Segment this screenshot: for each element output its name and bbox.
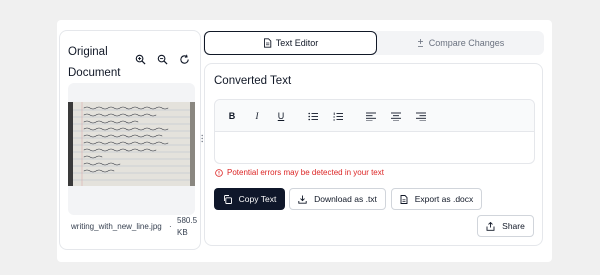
file-size: 580.5 KB bbox=[177, 216, 198, 237]
converted-text-title: Converted Text bbox=[214, 75, 292, 87]
file-meta-separator: · bbox=[169, 222, 172, 231]
text-editor: B I U bbox=[214, 99, 535, 164]
zoom-out-icon[interactable] bbox=[154, 51, 170, 67]
original-document-title: Original Document bbox=[68, 46, 121, 79]
share-button[interactable]: Share bbox=[477, 215, 534, 237]
tab-text-editor-label: Text Editor bbox=[275, 38, 319, 48]
align-center-icon[interactable] bbox=[390, 110, 402, 122]
converted-text-panel: Converted Text B I U Potential errors ma… bbox=[204, 63, 543, 246]
editor-text-area[interactable] bbox=[215, 132, 534, 163]
warning-icon bbox=[215, 168, 223, 177]
original-document-panel: Original Document writing_with_new_line.… bbox=[59, 30, 201, 250]
export-docx-label: Export as .docx bbox=[414, 194, 474, 204]
warning-message: Potential errors may be detected in your… bbox=[215, 168, 384, 177]
align-left-icon[interactable] bbox=[365, 110, 377, 122]
underline-icon[interactable]: U bbox=[275, 110, 287, 122]
tab-compare-changes[interactable]: Compare Changes bbox=[376, 31, 544, 55]
download-icon bbox=[298, 195, 307, 204]
rotate-icon[interactable] bbox=[176, 51, 192, 67]
share-label: Share bbox=[502, 221, 525, 231]
file-icon bbox=[400, 194, 408, 204]
align-right-icon[interactable] bbox=[415, 110, 427, 122]
zoom-in-icon[interactable] bbox=[132, 51, 148, 67]
share-icon bbox=[486, 221, 495, 231]
document-icon bbox=[263, 38, 271, 48]
tab-text-editor[interactable]: Text Editor bbox=[204, 31, 377, 55]
download-txt-label: Download as .txt bbox=[314, 194, 377, 204]
file-name: writing_with_new_line.jpg bbox=[71, 222, 162, 231]
view-tabs: Text Editor Compare Changes bbox=[203, 31, 544, 55]
warning-text: Potential errors may be detected in your… bbox=[227, 168, 384, 177]
copy-text-button[interactable]: Copy Text bbox=[214, 188, 285, 210]
export-docx-button[interactable]: Export as .docx bbox=[391, 188, 482, 210]
numbered-list-icon[interactable] bbox=[332, 110, 344, 122]
bullet-list-icon[interactable] bbox=[307, 110, 319, 122]
bold-icon[interactable]: B bbox=[226, 110, 238, 122]
copy-text-label: Copy Text bbox=[238, 194, 277, 204]
download-txt-button[interactable]: Download as .txt bbox=[289, 188, 386, 210]
tab-compare-changes-label: Compare Changes bbox=[428, 38, 505, 48]
italic-icon[interactable]: I bbox=[251, 110, 263, 122]
copy-icon bbox=[223, 194, 232, 204]
editor-toolbar: B I U bbox=[215, 100, 534, 132]
handwriting-image bbox=[68, 102, 195, 186]
compare-icon bbox=[417, 39, 423, 47]
document-preview[interactable] bbox=[68, 83, 195, 215]
